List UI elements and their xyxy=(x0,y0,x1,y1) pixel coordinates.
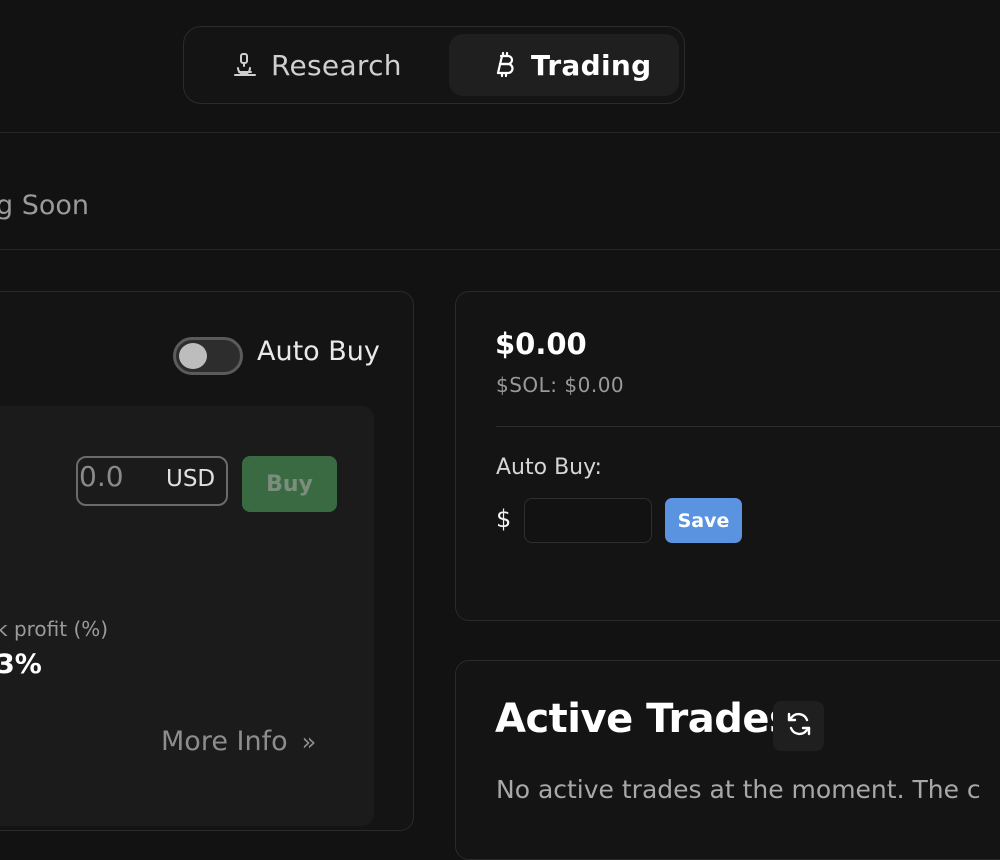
buy-button[interactable]: Buy xyxy=(242,456,337,512)
microscope-icon xyxy=(231,51,259,79)
auto-buy-amount-label: Auto Buy: xyxy=(496,455,602,480)
sol-balance: $SOL: $0.00 xyxy=(496,373,625,397)
auto-buy-amount-input[interactable] xyxy=(524,498,652,543)
double-chevron-right-icon: » xyxy=(301,727,317,756)
tab-research[interactable]: Research xyxy=(205,34,435,96)
coming-soon-banner: g Soon xyxy=(0,190,90,221)
auto-buy-toggle-label: Auto Buy xyxy=(257,336,380,367)
bitcoin-icon xyxy=(491,51,519,79)
active-trades-card xyxy=(455,660,1000,860)
tab-trading[interactable]: Trading xyxy=(449,34,679,96)
section-divider xyxy=(0,249,1000,250)
currency-symbol: $ xyxy=(496,505,512,533)
more-info-link[interactable]: More Info » xyxy=(161,726,316,757)
active-trades-title: Active Trades xyxy=(495,696,793,742)
auto-buy-toggle[interactable] xyxy=(173,337,243,375)
refresh-button[interactable] xyxy=(773,701,824,751)
header-divider xyxy=(0,132,1000,133)
wallet-divider xyxy=(496,426,1000,427)
tab-trading-label: Trading xyxy=(531,48,652,82)
toggle-knob xyxy=(179,343,207,369)
refresh-icon xyxy=(784,709,814,743)
more-info-label: More Info xyxy=(161,726,288,757)
take-profit-value: 3% xyxy=(0,649,42,680)
take-profit-label: k profit (%) xyxy=(0,617,109,641)
save-button[interactable]: Save xyxy=(665,498,742,543)
buy-amount-unit: USD xyxy=(166,466,216,492)
tab-research-label: Research xyxy=(271,48,402,82)
buy-amount-value: 0.0 xyxy=(79,460,124,493)
wallet-balance: $0.00 xyxy=(495,327,587,361)
